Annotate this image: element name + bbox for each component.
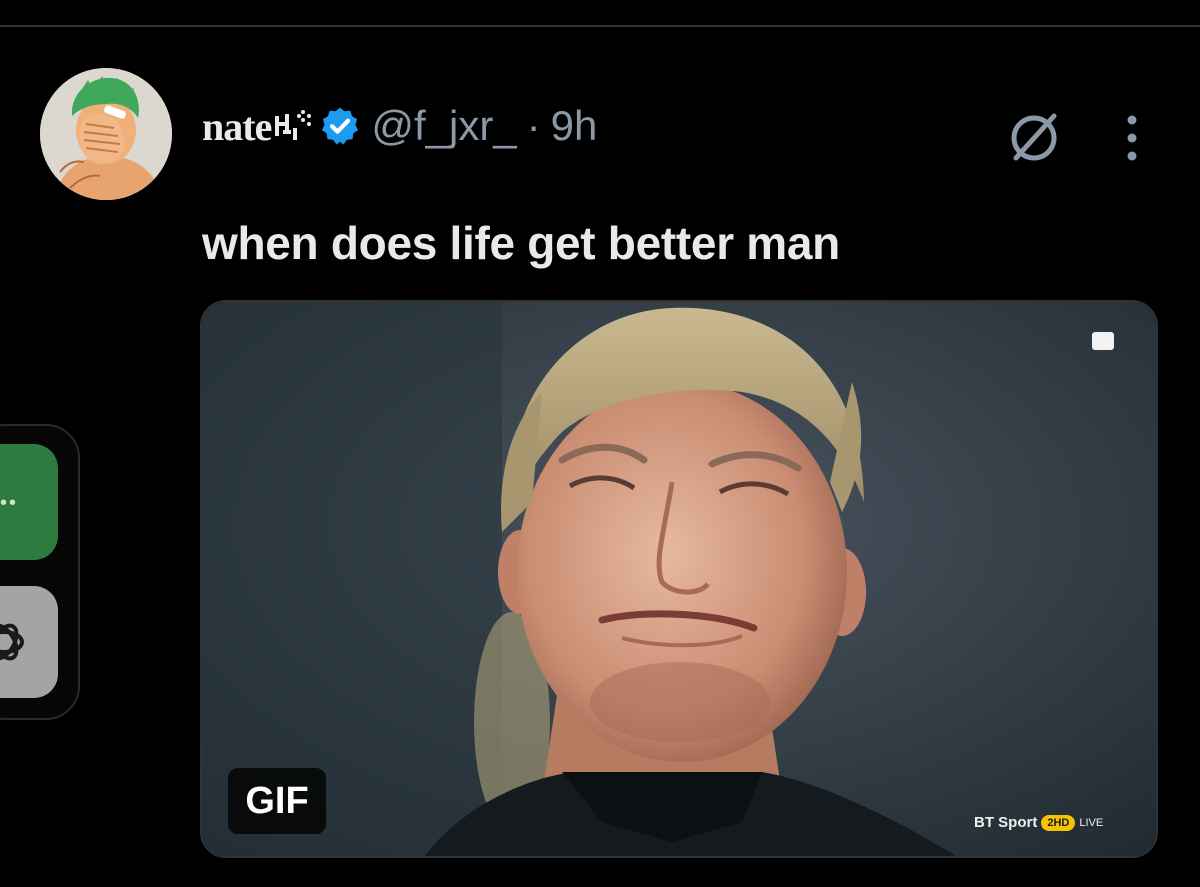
more-options-button[interactable]	[1112, 110, 1152, 166]
broadcaster-live: LIVE	[1079, 816, 1104, 829]
user-handle[interactable]: @f_jxr_	[371, 102, 516, 150]
gif-badge: GIF	[228, 768, 326, 834]
avatar[interactable]	[40, 68, 172, 200]
tweet-header: nate @f_jxr_ · 9h	[202, 96, 597, 156]
tweet-screen: nate @f_jxr_ · 9h when does life get bet…	[0, 0, 1200, 887]
tweet-media[interactable]: GIF BT Sport 2HD LIVE	[200, 300, 1158, 858]
top-divider	[0, 25, 1200, 27]
media-corner-icon	[1092, 332, 1114, 350]
broadcaster-watermark: BT Sport 2HD LIVE	[974, 814, 1103, 831]
broadcaster-name: BT Sport	[974, 814, 1038, 831]
broadcaster-channel: 2HD	[1041, 814, 1076, 831]
name-emoji-icon	[275, 110, 312, 140]
display-name[interactable]: nate	[202, 103, 272, 150]
timestamp[interactable]: 9h	[551, 102, 598, 150]
grok-button[interactable]	[1004, 108, 1064, 168]
openai-logo-icon	[0, 623, 24, 661]
avatar-illustration	[40, 68, 172, 200]
side-dock-ai-app[interactable]	[0, 586, 58, 698]
vertical-dots-icon	[1127, 115, 1137, 161]
verified-badge-icon	[322, 107, 359, 145]
side-dock-green-app[interactable]: ••	[0, 444, 58, 560]
separator-dot: ·	[526, 102, 541, 149]
gif-frame-image	[202, 302, 1156, 856]
grok-slash-circle-icon	[1011, 113, 1057, 161]
more-dots-icon: ••	[0, 492, 19, 514]
tweet-text: when does life get better man	[202, 217, 840, 269]
